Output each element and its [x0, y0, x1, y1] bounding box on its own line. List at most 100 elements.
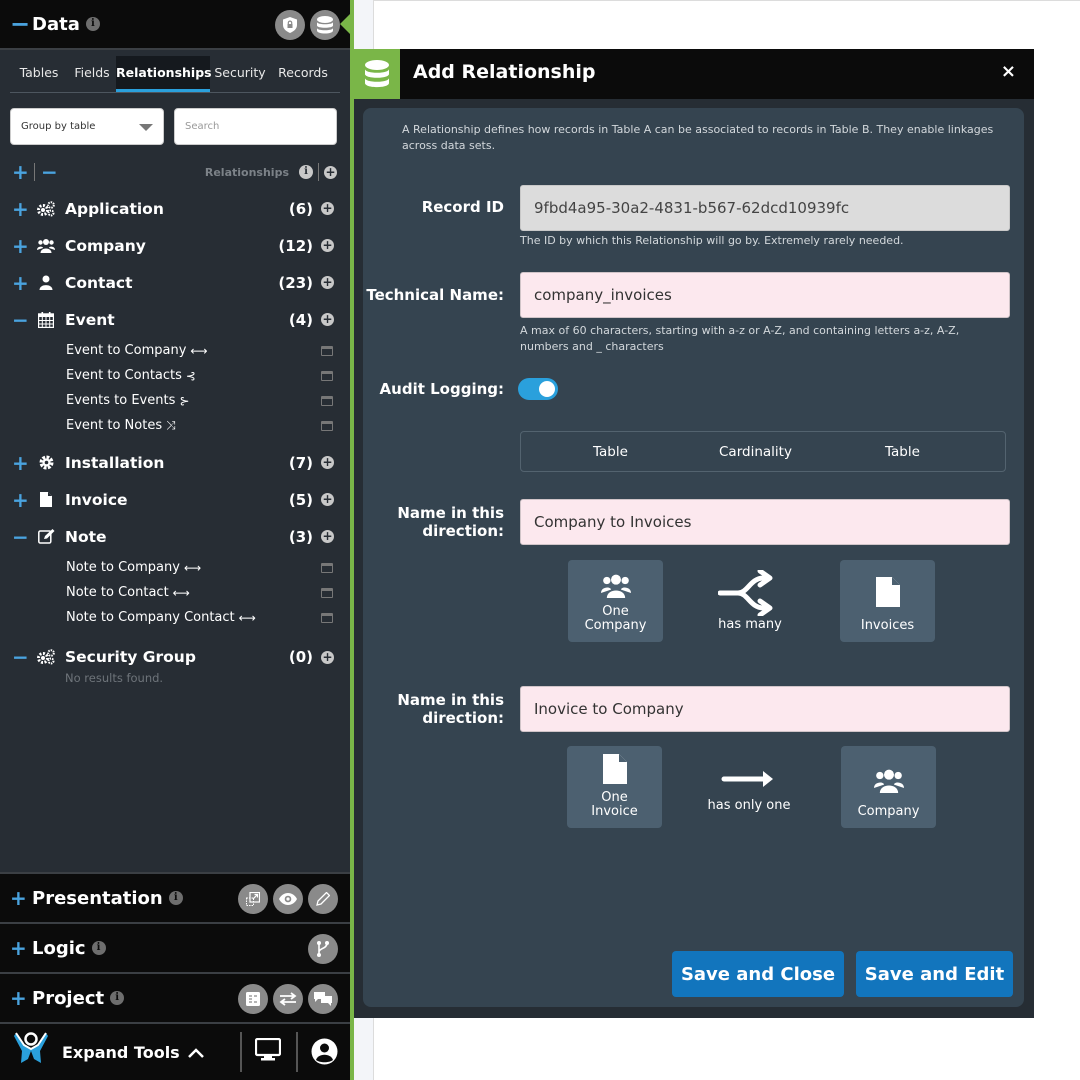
save-and-edit-button[interactable]: Save and Edit — [856, 951, 1013, 997]
relationship-label: Events to Events — [66, 393, 176, 408]
window-icon[interactable] — [321, 371, 333, 381]
presentation-section[interactable]: + Presentation i — [0, 872, 350, 922]
shield-lock-icon[interactable] — [275, 10, 305, 40]
relationship-item[interactable]: Event to Contacts ⊰ — [12, 363, 337, 388]
relationship-item[interactable]: Note to Company ⟷ — [12, 555, 337, 580]
database-icon[interactable] — [310, 10, 340, 40]
table-group-invoice[interactable]: + Invoice (5) + — [12, 481, 337, 518]
expand-toggle[interactable]: + — [10, 888, 27, 908]
tree-controls: + − Relationships i + — [12, 161, 337, 183]
group-name: Security Group — [65, 648, 196, 666]
window-icon[interactable] — [321, 346, 333, 356]
technical-name-label: Technical Name: — [366, 286, 504, 304]
info-icon[interactable]: i — [110, 991, 125, 1005]
direction-2-name-field[interactable] — [520, 686, 1010, 732]
collapse-toggle[interactable]: − — [12, 310, 29, 330]
relationship-item[interactable]: Note to Contact ⟷ — [12, 580, 337, 605]
swap-icon[interactable] — [273, 984, 303, 1014]
expand-all-button[interactable]: + — [12, 162, 29, 182]
tab-fields[interactable]: Fields — [68, 56, 116, 92]
checklist-icon[interactable] — [238, 984, 268, 1014]
source-table-tile[interactable]: One Invoice — [567, 746, 662, 828]
branch-icon[interactable] — [308, 934, 338, 964]
relationship-item[interactable]: Event to Notes ⤨ — [12, 413, 337, 438]
close-icon[interactable]: × — [1001, 61, 1016, 82]
table-group-security-group[interactable]: − Security Group (0) + — [12, 643, 337, 671]
relationship-tree: + Application (6) + + Company (12) + + C… — [12, 190, 337, 691]
chat-icon[interactable] — [308, 984, 338, 1014]
expand-toggle[interactable]: + — [12, 236, 29, 256]
window-icon[interactable] — [321, 396, 333, 406]
expand-toggle[interactable]: + — [12, 453, 29, 473]
expand-toggle[interactable]: + — [12, 273, 29, 293]
table-group-application[interactable]: + Application (6) + — [12, 190, 337, 227]
relationship-item[interactable]: Event to Company ⟷ — [12, 338, 337, 363]
collapse-all-button[interactable]: − — [41, 162, 58, 182]
save-and-close-button[interactable]: Save and Close — [672, 951, 844, 997]
technical-name-field[interactable] — [520, 272, 1010, 318]
record-id-help: The ID by which this Relationship will g… — [520, 234, 904, 247]
collapse-toggle[interactable]: − — [12, 527, 29, 547]
table-group-company[interactable]: + Company (12) + — [12, 227, 337, 264]
active-section-pointer — [340, 14, 350, 34]
add-relationship-icon[interactable]: + — [321, 456, 334, 469]
window-icon[interactable] — [321, 563, 333, 573]
add-relationship-icon[interactable]: + — [321, 276, 334, 289]
source-table-tile[interactable]: One Company — [568, 560, 663, 642]
window-icon[interactable] — [321, 613, 333, 623]
table-group-contact[interactable]: + Contact (23) + — [12, 264, 337, 301]
direction-1-label: Name in this direction: — [397, 504, 504, 540]
many-to-many-icon: ⤨ — [166, 418, 176, 432]
tile-line-1: Invoices — [860, 618, 915, 633]
resize-icon[interactable] — [238, 884, 268, 914]
collapse-toggle[interactable]: − — [12, 647, 29, 667]
info-icon[interactable]: i — [91, 941, 106, 955]
tab-relationships[interactable]: Relationships — [116, 56, 212, 92]
add-relationship-icon[interactable]: + — [321, 530, 334, 543]
dialog-body: A Relationship defines how records in Ta… — [363, 108, 1024, 1007]
group-by-select[interactable]: Group by table — [10, 108, 164, 145]
relationship-item[interactable]: Note to Company Contact ⟷ — [12, 605, 337, 630]
add-relationship-icon[interactable]: + — [321, 651, 334, 664]
target-table-tile[interactable]: Invoices — [840, 560, 935, 642]
expand-toggle[interactable]: + — [12, 199, 29, 219]
table-group-event[interactable]: − Event (4) + — [12, 301, 337, 338]
relationship-item[interactable]: Events to Events ⊱ — [12, 388, 337, 413]
direction-2-label: Name in this direction: — [397, 691, 504, 727]
add-relationship-icon[interactable]: + — [324, 165, 337, 179]
table-group-installation[interactable]: + Installation (7) + — [12, 444, 337, 481]
expand-toggle[interactable]: + — [12, 490, 29, 510]
direction-1-name-field[interactable] — [520, 499, 1010, 545]
tab-tables[interactable]: Tables — [10, 56, 68, 92]
expand-toggle[interactable]: + — [10, 938, 27, 958]
collapse-data-toggle[interactable]: − — [10, 12, 30, 36]
expand-tools-button[interactable]: Expand Tools — [62, 1043, 180, 1062]
eye-icon[interactable] — [273, 884, 303, 914]
add-relationship-icon[interactable]: + — [321, 493, 334, 506]
table-group-note[interactable]: − Note (3) + — [12, 518, 337, 555]
expand-toggle[interactable]: + — [10, 988, 27, 1008]
search-input[interactable] — [174, 108, 337, 145]
tab-records[interactable]: Records — [270, 56, 336, 92]
info-icon[interactable]: i — [85, 17, 100, 31]
relationship-label: Note to Company — [66, 560, 180, 575]
add-relationship-icon[interactable]: + — [321, 239, 334, 252]
monitor-icon[interactable] — [254, 1037, 282, 1066]
window-icon[interactable] — [321, 588, 333, 598]
target-table-tile[interactable]: Company — [841, 746, 936, 828]
window-icon[interactable] — [321, 421, 333, 431]
add-relationship-icon[interactable]: + — [321, 313, 334, 326]
add-relationship-icon[interactable]: + — [321, 202, 334, 215]
info-icon[interactable]: i — [299, 165, 313, 179]
record-id-field[interactable] — [520, 185, 1010, 231]
relationship-label: Note to Company Contact — [66, 610, 235, 625]
logic-section[interactable]: + Logic i — [0, 922, 350, 972]
user-circle-icon[interactable] — [311, 1038, 338, 1069]
pencil-icon[interactable] — [308, 884, 338, 914]
audit-logging-toggle[interactable] — [518, 378, 558, 400]
chevron-up-icon[interactable] — [187, 1043, 204, 1062]
info-icon[interactable]: i — [168, 891, 183, 905]
many-to-one-icon: ⊱ — [179, 393, 190, 408]
project-section[interactable]: + Project i — [0, 972, 350, 1022]
tab-security[interactable]: Security — [210, 56, 270, 92]
